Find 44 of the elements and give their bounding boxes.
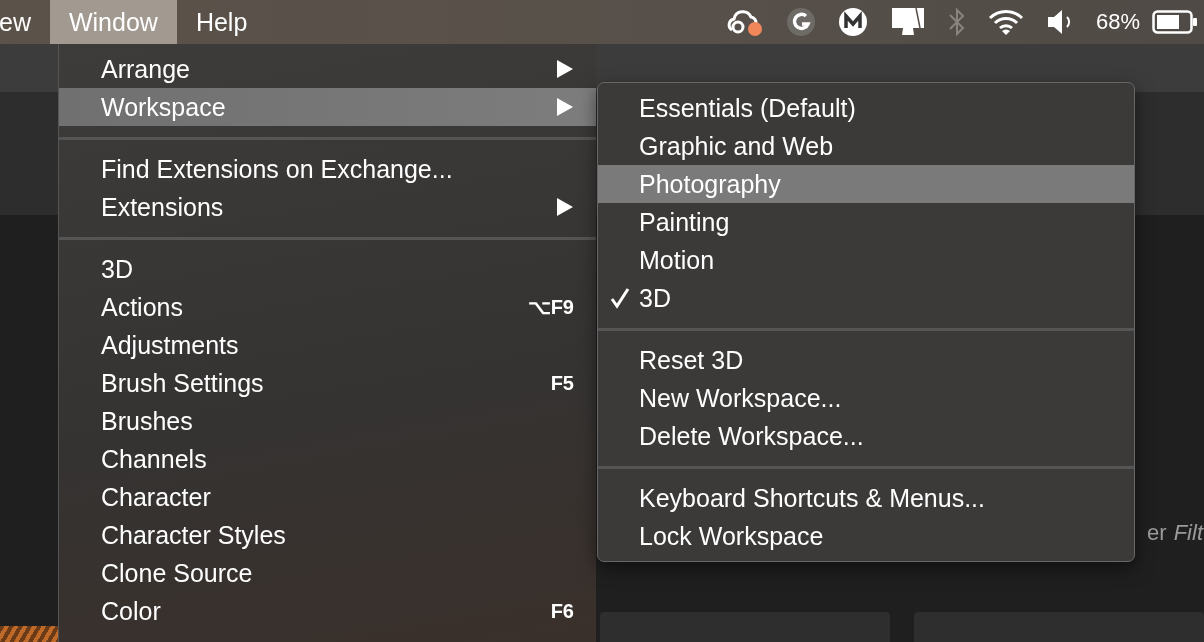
checkmark-icon [610, 287, 630, 309]
shortcut-text: ⌥F9 [527, 295, 574, 319]
menu-bar-item[interactable]: Help [176, 0, 267, 44]
menu-item[interactable]: Photography [598, 165, 1134, 203]
shortcut-text: F5 [550, 371, 574, 395]
menu-item[interactable]: 3D [598, 279, 1134, 317]
menu-item[interactable]: Keyboard Shortcuts & Menus... [598, 479, 1134, 517]
menu-item[interactable]: Character [59, 478, 596, 516]
panel-label: er [1147, 520, 1167, 546]
menu-item[interactable]: 3D [59, 250, 596, 288]
menu-item[interactable]: Graphic and Web [598, 127, 1134, 165]
menu-item[interactable]: Color F6 [59, 592, 596, 630]
menu-item[interactable]: Channels [59, 440, 596, 478]
menu-item[interactable]: Extensions [59, 188, 596, 226]
menu-item[interactable]: Workspace [59, 88, 596, 126]
menu-item[interactable]: Arrange [59, 50, 596, 88]
menu-item[interactable]: New Workspace... [598, 379, 1134, 417]
panel-label: Filt [1173, 520, 1203, 546]
menu-item[interactable]: Delete Workspace... [598, 417, 1134, 455]
submenu-arrow-icon [556, 59, 574, 79]
menu-item[interactable]: Lock Workspace [598, 517, 1134, 555]
m-logo-icon[interactable] [837, 7, 868, 37]
menu-item[interactable]: Reset 3D [598, 341, 1134, 379]
shortcut-text: F6 [550, 599, 574, 623]
menu-item[interactable]: Brush Settings F5 [59, 364, 596, 402]
menu-item[interactable]: Actions ⌥F9 [59, 288, 596, 326]
battery-percentage: 68% [1095, 9, 1140, 35]
menu-item[interactable]: Brushes [59, 402, 596, 440]
menu-item[interactable]: Essentials (Default) [598, 89, 1134, 127]
menu-item[interactable]: Adjustments [59, 326, 596, 364]
wifi-icon[interactable] [987, 8, 1024, 36]
submenu-arrow-icon [556, 97, 574, 117]
menu-item[interactable]: Find Extensions on Exchange... [59, 150, 596, 188]
menu-item[interactable]: Motion [598, 241, 1134, 279]
battery-icon[interactable] [1152, 10, 1198, 34]
menu-item[interactable]: Painting [598, 203, 1134, 241]
cloud-icon[interactable] [725, 8, 764, 36]
menu-bar-item[interactable]: ew [0, 0, 50, 44]
menu-item[interactable]: Clone Source [59, 554, 596, 592]
menu-item[interactable]: Character Styles [59, 516, 596, 554]
submenu-arrow-icon [556, 197, 574, 217]
g-logo-icon[interactable] [785, 7, 816, 37]
display-icon[interactable] [889, 6, 926, 38]
photo-placeholder [0, 626, 58, 642]
